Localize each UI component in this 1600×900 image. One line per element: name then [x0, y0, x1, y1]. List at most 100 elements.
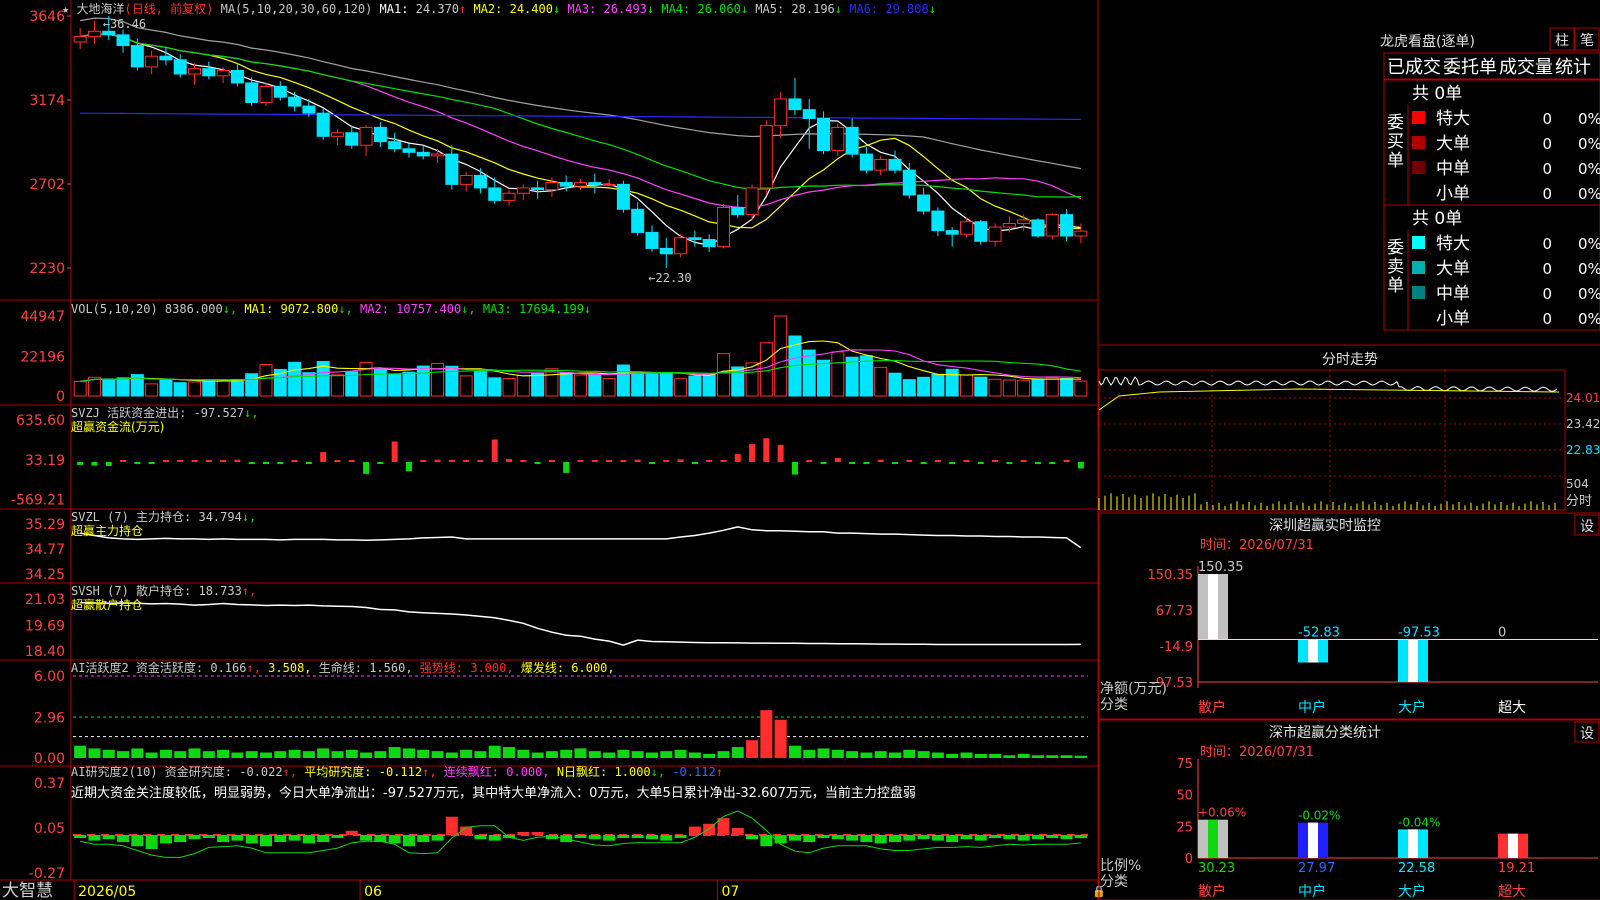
candle[interactable]	[373, 126, 387, 143]
fund-flow-bar[interactable]	[648, 462, 655, 464]
research-bar[interactable]	[488, 835, 501, 841]
volume-bar[interactable]	[230, 378, 244, 397]
candle[interactable]	[831, 126, 845, 152]
fund-flow-bar[interactable]	[506, 459, 513, 462]
research-bar[interactable]	[517, 832, 530, 835]
volume-bar[interactable]	[559, 372, 573, 397]
volume-bar[interactable]	[1074, 380, 1088, 397]
research-bar[interactable]	[88, 835, 101, 841]
candle[interactable]	[488, 187, 502, 201]
candle[interactable]	[631, 208, 645, 233]
research-bar[interactable]	[860, 835, 873, 843]
volume-bar[interactable]	[616, 364, 630, 397]
tab-0[interactable]: 已成交	[1387, 57, 1441, 78]
research-bar[interactable]	[645, 835, 658, 840]
volume-bar[interactable]	[574, 374, 587, 397]
volume-bar[interactable]	[1045, 377, 1059, 397]
activity-bar[interactable]	[1074, 755, 1087, 758]
research-bar[interactable]	[445, 816, 458, 835]
candle[interactable]	[559, 182, 573, 187]
fund-flow-bar[interactable]	[720, 460, 727, 462]
fund-flow-bar[interactable]	[1034, 462, 1041, 464]
research-bar[interactable]	[1046, 835, 1059, 838]
activity-bar[interactable]	[74, 745, 87, 758]
research-bar[interactable]	[159, 835, 172, 844]
volume-bar[interactable]	[473, 371, 487, 397]
candle[interactable]	[802, 109, 816, 120]
candle[interactable]	[273, 85, 287, 98]
classify-settings-label[interactable]: 设	[1580, 726, 1594, 742]
candle[interactable]	[159, 55, 173, 61]
fund-flow-bar[interactable]	[391, 441, 398, 462]
activity-bar[interactable]	[445, 752, 458, 758]
candle[interactable]	[359, 126, 373, 146]
fund-flow-bar[interactable]	[892, 462, 899, 464]
candle[interactable]	[659, 247, 673, 255]
candle[interactable]	[616, 183, 630, 210]
fund-flow-bar[interactable]	[162, 460, 169, 462]
activity-bar[interactable]	[545, 751, 558, 758]
fund-flow-bar[interactable]	[634, 459, 641, 462]
fund-flow-bar[interactable]	[620, 460, 627, 462]
research-bar[interactable]	[217, 835, 230, 843]
volume-bar[interactable]	[531, 372, 545, 397]
research-bar[interactable]	[102, 835, 115, 840]
candle[interactable]	[959, 221, 973, 235]
volume-bar[interactable]	[945, 368, 959, 397]
activity-bar[interactable]	[860, 752, 873, 758]
volume-bar[interactable]	[545, 368, 559, 397]
research-bar[interactable]	[774, 835, 787, 844]
activity-bar[interactable]	[560, 749, 573, 758]
research-bar[interactable]	[388, 835, 401, 844]
volume-bar[interactable]	[917, 376, 931, 397]
fund-flow-bar[interactable]	[1077, 462, 1084, 469]
candle[interactable]	[588, 182, 602, 185]
activity-bar[interactable]	[917, 751, 930, 758]
candle[interactable]	[431, 153, 445, 157]
activity-bar[interactable]	[302, 751, 315, 758]
bar-mode-label[interactable]: 柱	[1555, 33, 1569, 49]
volume-bar[interactable]	[488, 377, 502, 397]
fund-flow-bar[interactable]	[134, 462, 141, 464]
research-bar[interactable]	[417, 835, 430, 843]
activity-bar[interactable]	[603, 752, 616, 758]
candle[interactable]	[259, 85, 273, 103]
research-bar[interactable]	[760, 835, 773, 847]
tab-2[interactable]: 成交量	[1499, 57, 1553, 78]
research-bar[interactable]	[974, 835, 987, 841]
research-bar[interactable]	[588, 835, 601, 840]
activity-bar[interactable]	[503, 747, 516, 758]
fund-flow-bar[interactable]	[849, 462, 856, 464]
research-bar[interactable]	[603, 835, 616, 841]
fund-flow-bar[interactable]	[777, 444, 784, 462]
activity-bar[interactable]	[946, 753, 959, 758]
research-bar[interactable]	[74, 835, 87, 838]
volume-bar[interactable]	[202, 379, 216, 397]
research-bar[interactable]	[402, 835, 415, 847]
candle[interactable]	[702, 239, 716, 248]
fund-flow-bar[interactable]	[405, 462, 412, 472]
fund-flow-bar[interactable]	[734, 454, 741, 462]
candle[interactable]	[731, 206, 745, 216]
candle[interactable]	[688, 237, 702, 241]
candle[interactable]	[473, 174, 487, 189]
research-bar[interactable]	[617, 835, 630, 838]
candle[interactable]	[302, 105, 316, 114]
activity-bar[interactable]	[460, 749, 473, 758]
candle[interactable]	[645, 231, 659, 249]
candle[interactable]	[788, 98, 802, 111]
volume-bar[interactable]	[388, 373, 402, 397]
volume-bar[interactable]	[645, 373, 659, 397]
volume-bar[interactable]	[1017, 379, 1031, 397]
candle[interactable]	[716, 206, 730, 248]
research-bar[interactable]	[889, 835, 902, 843]
research-bar[interactable]	[360, 835, 373, 841]
candle[interactable]	[102, 30, 116, 36]
fund-flow-bar[interactable]	[320, 452, 327, 462]
candle[interactable]	[188, 68, 202, 75]
research-bar[interactable]	[188, 835, 201, 840]
activity-bar[interactable]	[831, 749, 844, 758]
volume-bar[interactable]	[659, 372, 673, 397]
candle[interactable]	[402, 148, 416, 153]
fund-flow-bar[interactable]	[1020, 460, 1027, 462]
